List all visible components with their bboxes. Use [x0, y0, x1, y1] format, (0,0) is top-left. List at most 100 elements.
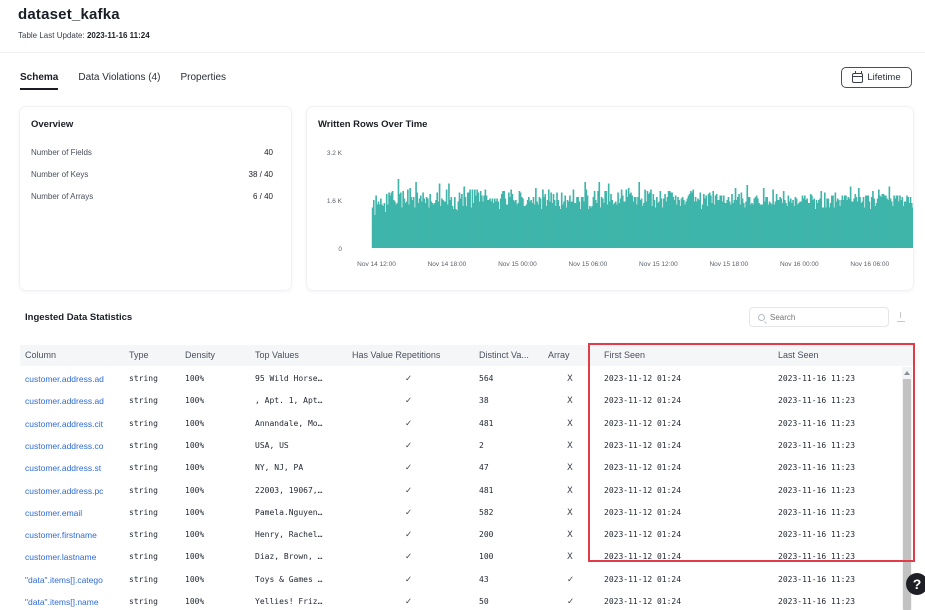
cell-array: ✓ [567, 597, 575, 607]
cell-type: string [129, 530, 158, 540]
cell-array: X [567, 418, 573, 429]
cell-top-values: Annandale, Mo… [255, 418, 323, 428]
cell-density: 100% [185, 552, 205, 562]
x-tick-label: Nov 15 06:00 [569, 261, 608, 268]
overview-value: 40 [264, 148, 273, 157]
column-name-link[interactable]: customer.address.ad [25, 396, 125, 406]
column-name-link[interactable]: customer.address.cit [25, 419, 125, 429]
table-row[interactable]: customer.address.co string 100% USA, US ✓ 2 X 2… [20, 435, 902, 457]
cell-type: string [129, 597, 158, 606]
cell-type: string [129, 574, 158, 584]
cell-first-seen: 2023-11-12 01:24 [604, 463, 682, 473]
table-row[interactable]: customer.email string 100% Pamela.Nguyen… ✓ 5… [20, 502, 902, 524]
cell-top-values: Diaz, Brown, … [255, 552, 323, 562]
column-name-link[interactable]: "data".items[].catego [25, 575, 125, 585]
cell-density: 100% [185, 463, 205, 473]
table-row[interactable]: customer.address.ad string 100% , Apt. 1, A… [20, 390, 902, 412]
cell-last-seen: 2023-11-16 11:23 [778, 552, 856, 562]
cell-last-seen: 2023-11-16 11:23 [778, 396, 856, 406]
tab-data-violations[interactable]: Data Violations (4) [78, 72, 160, 90]
col-header-array[interactable]: Array [548, 350, 570, 360]
col-header-type[interactable]: Type [129, 350, 149, 360]
tab-schema[interactable]: Schema [20, 72, 59, 90]
cell-type: string [129, 463, 158, 473]
col-header-last-seen[interactable]: Last Seen [778, 350, 819, 360]
overview-label: Number of Keys [31, 170, 89, 179]
search-input[interactable] [770, 312, 880, 322]
column-name-link[interactable]: customer.address.pc [25, 486, 125, 496]
tab-properties[interactable]: Properties [180, 72, 226, 90]
table-row[interactable]: customer.lastname string 100% Diaz, Brown, … [20, 546, 902, 568]
column-name-link[interactable]: customer.lastname [25, 552, 125, 562]
cell-distinct: 564 [479, 374, 494, 383]
cell-array: X [567, 485, 573, 496]
x-tick-label: Nov 15 18:00 [709, 261, 748, 268]
cell-distinct: 50 [479, 597, 489, 606]
cell-type: string [129, 374, 158, 383]
col-header-column[interactable]: Column [25, 350, 56, 360]
overview-label: Number of Arrays [31, 192, 94, 201]
cell-repetitions: ✓ [405, 418, 413, 429]
col-header-top-values[interactable]: Top Values [255, 350, 299, 360]
column-name-link[interactable]: customer.email [25, 508, 125, 518]
y-tick-label: 1.6 K [327, 198, 343, 205]
cell-density: 100% [185, 507, 205, 517]
cell-array: X [567, 440, 573, 451]
cell-first-seen: 2023-11-12 01:24 [604, 418, 682, 428]
search-icon [758, 313, 765, 321]
cell-distinct: 200 [479, 530, 494, 540]
last-update: Table Last Update: 2023-11-16 11:24 [18, 31, 150, 40]
cell-first-seen: 2023-11-12 01:24 [604, 374, 682, 383]
table-row[interactable]: customer.address.cit string 100% Annandale,… [20, 413, 902, 435]
table-row[interactable]: "data".items[].catego string 100% Toys & Ga… [20, 569, 902, 591]
cell-repetitions: ✓ [405, 485, 413, 496]
cell-density: 100% [185, 396, 205, 406]
overview-value: 38 / 40 [248, 170, 273, 179]
table-row[interactable]: "data".items[].name string 100% Yellies! Fr… [20, 591, 902, 610]
cell-distinct: 43 [479, 574, 489, 584]
lifetime-button[interactable]: Lifetime [841, 67, 912, 88]
col-header-distinct[interactable]: Distinct Va... [479, 350, 529, 360]
cell-array: X [567, 552, 573, 563]
cell-density: 100% [185, 530, 205, 540]
column-name-link[interactable]: customer.firstname [25, 530, 125, 540]
column-name-link[interactable]: customer.address.co [25, 441, 125, 451]
table-row[interactable]: customer.address.ad string 100% 95 Wild Hor… [20, 368, 902, 390]
cell-distinct: 481 [479, 485, 494, 495]
cell-last-seen: 2023-11-16 11:23 [778, 574, 856, 584]
cell-type: string [129, 396, 158, 406]
cell-distinct: 100 [479, 552, 494, 562]
cell-first-seen: 2023-11-12 01:24 [604, 507, 682, 517]
cell-repetitions: ✓ [405, 374, 413, 384]
overview-label: Number of Fields [31, 148, 92, 157]
x-tick-label: Nov 15 00:00 [498, 261, 537, 268]
download-icon[interactable] [897, 312, 905, 322]
column-name-link[interactable]: "data".items[].name [25, 597, 125, 607]
cell-last-seen: 2023-11-16 11:23 [778, 440, 856, 450]
cell-array: X [567, 507, 573, 518]
col-header-repetitions[interactable]: Has Value Repetitions [352, 350, 440, 360]
table-row[interactable]: customer.firstname string 100% Henry, Rache… [20, 524, 902, 546]
cell-type: string [129, 552, 158, 562]
cell-first-seen: 2023-11-12 01:24 [604, 440, 682, 450]
overview-card: Overview Number of Fields 40 Number of K… [20, 107, 291, 290]
column-name-link[interactable]: customer.address.st [25, 463, 125, 473]
table-row[interactable]: customer.address.st string 100% NY, NJ, PA ✓… [20, 457, 902, 479]
x-tick-label: Nov 15 12:00 [639, 261, 678, 268]
cell-top-values: Toys & Games … [255, 574, 323, 584]
cell-density: 100% [185, 574, 205, 584]
overview-title: Overview [31, 119, 74, 130]
table-row[interactable]: customer.address.pc string 100% 22003, 1906… [20, 480, 902, 502]
column-name-link[interactable]: customer.address.ad [25, 374, 125, 384]
scroll-up-arrow-icon[interactable] [904, 371, 910, 375]
col-header-density[interactable]: Density [185, 350, 215, 360]
chart-bar[interactable] [912, 207, 913, 249]
cell-distinct: 47 [479, 463, 489, 473]
cell-repetitions: ✓ [405, 530, 413, 541]
cell-first-seen: 2023-11-12 01:24 [604, 485, 682, 495]
cell-top-values: NY, NJ, PA [255, 463, 304, 473]
cell-repetitions: ✓ [405, 463, 413, 474]
overview-row-keys: Number of Keys 38 / 40 [31, 170, 273, 179]
help-button[interactable]: ? [906, 573, 925, 595]
col-header-first-seen[interactable]: First Seen [604, 350, 645, 360]
